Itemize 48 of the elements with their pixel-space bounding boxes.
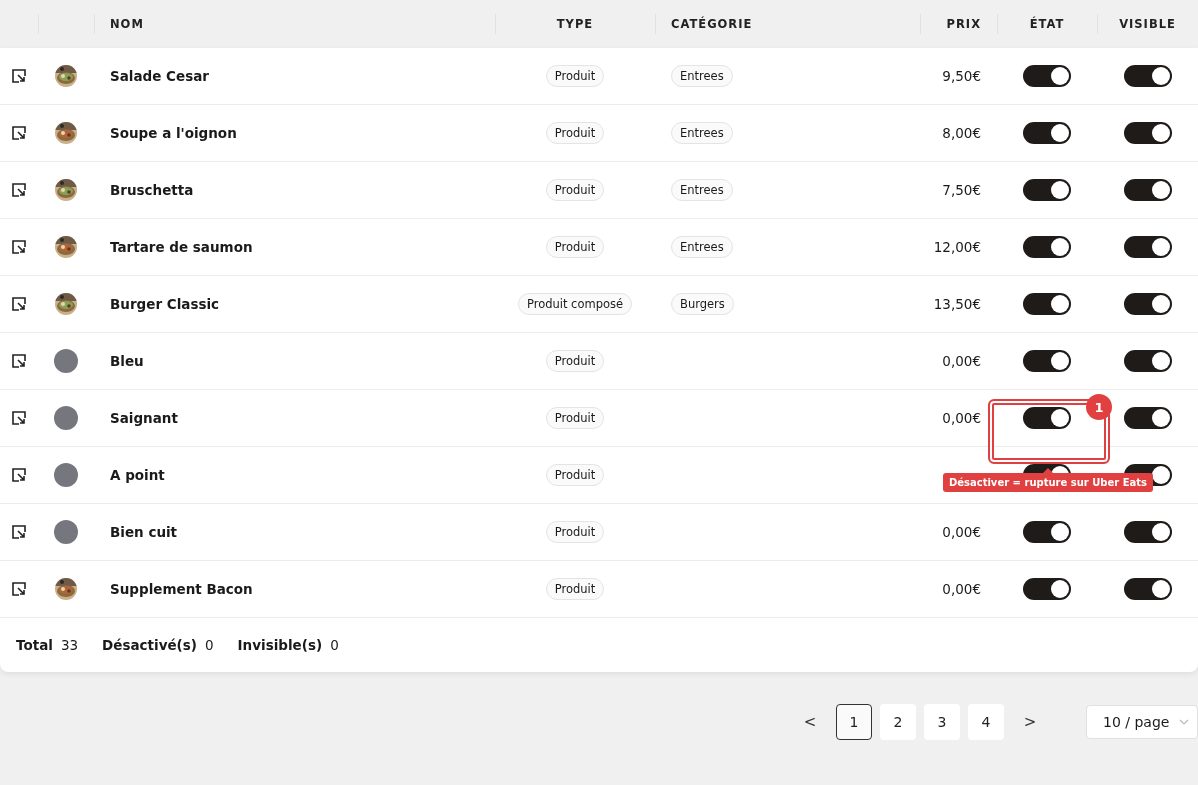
type-tag: Produit: [545, 464, 605, 486]
price: 12,00€: [933, 239, 981, 255]
price: 0,00€: [942, 524, 981, 540]
category-tag: Entrees: [671, 236, 733, 258]
price: 13,50€: [933, 296, 981, 312]
type-tag: Produit: [545, 407, 605, 429]
column-header: TYPE: [556, 17, 594, 31]
price: 8,00€: [942, 125, 981, 141]
type-tag: Produit: [545, 236, 605, 258]
type-tag: Produit: [545, 65, 605, 87]
summary-label: Désactivé(s): [102, 637, 197, 653]
type-tag: Produit: [545, 350, 605, 372]
summary-value: 0: [205, 637, 214, 653]
product-name: Bruschetta: [110, 182, 194, 198]
product-name: Bleu: [110, 353, 144, 369]
type-tag: Produit: [545, 521, 605, 543]
price: 0,00€: [942, 410, 981, 426]
column-header: ÉTAT: [1029, 17, 1065, 31]
category-tag: Burgers: [671, 293, 734, 315]
column-header: VISIBLE: [1119, 17, 1176, 31]
column-header: PRIX: [946, 17, 981, 31]
product-name: Burger Classic: [110, 296, 220, 312]
price: 9,50€: [942, 68, 981, 84]
summary-value: 33: [60, 637, 79, 653]
column-header: CATÉGORIE: [671, 17, 753, 31]
product-name: Soupe a l'oignon: [110, 125, 237, 141]
category-tag: Entrees: [671, 122, 733, 144]
category-tag: Entrees: [671, 65, 733, 87]
product-name: Bien cuit: [110, 524, 178, 540]
summary-value: 0: [330, 637, 339, 653]
type-tag: Produit: [545, 578, 605, 600]
column-header: NOM: [110, 17, 144, 31]
category-tag: Entrees: [671, 179, 733, 201]
summary-label: Invisible(s): [237, 637, 323, 653]
product-name: A point: [110, 467, 165, 483]
price: 0,00€: [942, 353, 981, 369]
type-tag: Produit composé: [517, 293, 633, 315]
type-tag: Produit: [545, 122, 605, 144]
price: 7,50€: [942, 182, 981, 198]
type-tag: Produit: [545, 179, 605, 201]
tooltip: Désactiver = rupture sur Uber Eats: [943, 468, 1153, 492]
summary-label: Total: [16, 637, 53, 653]
step-badge: 1: [1086, 394, 1112, 420]
product-name: Salade Cesar: [110, 68, 209, 84]
price: 0,00€: [942, 581, 981, 597]
product-name: Saignant: [110, 410, 178, 426]
product-name: Supplement Bacon: [110, 581, 253, 597]
product-name: Tartare de saumon: [110, 239, 253, 255]
